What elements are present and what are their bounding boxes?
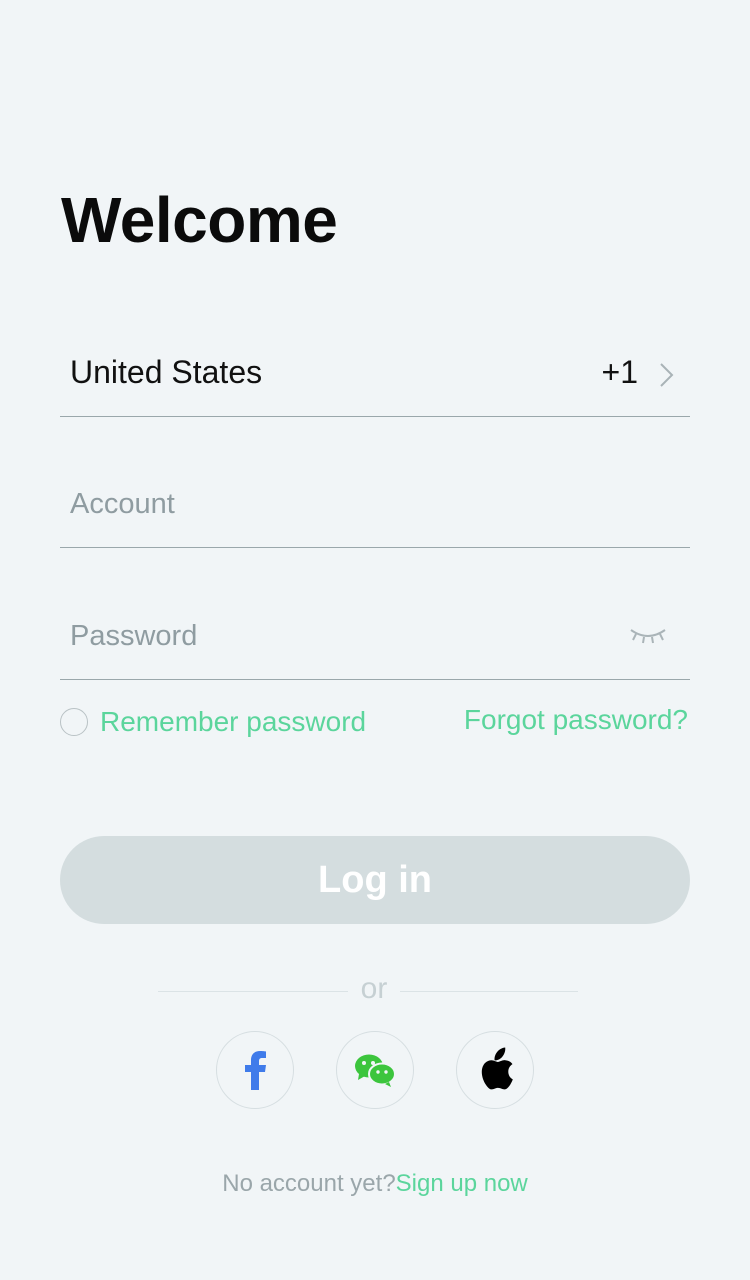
remember-password-checkbox[interactable]: Remember password xyxy=(60,704,366,740)
country-name: United States xyxy=(70,354,263,390)
chevron-right-icon xyxy=(660,363,674,387)
no-account-text: No account yet? xyxy=(222,1170,396,1197)
page-title: Welcome xyxy=(61,184,338,256)
login-button[interactable]: Log in xyxy=(60,836,690,924)
facebook-icon xyxy=(245,1051,266,1090)
country-code: +1 xyxy=(601,354,638,390)
remember-password-label: Remember password xyxy=(100,706,367,737)
divider-right xyxy=(400,991,578,992)
wechat-login-button[interactable] xyxy=(336,1031,414,1109)
wechat-icon xyxy=(355,1054,396,1087)
account-field[interactable]: Account xyxy=(60,468,690,548)
sign-up-link[interactable]: Sign up now xyxy=(396,1170,528,1197)
password-field[interactable]: Password xyxy=(60,600,690,680)
remember-radio[interactable] xyxy=(60,708,88,736)
divider-left xyxy=(158,991,348,992)
account-placeholder: Account xyxy=(70,488,175,520)
apple-icon xyxy=(481,1047,513,1090)
or-divider-text: or xyxy=(360,972,388,1005)
signup-prompt: No account yet?Sign up now xyxy=(0,1170,750,1198)
password-placeholder: Password xyxy=(70,620,198,652)
apple-login-button[interactable] xyxy=(456,1031,534,1109)
country-selector[interactable]: United States +1 xyxy=(60,336,690,417)
facebook-login-button[interactable] xyxy=(216,1031,294,1109)
forgot-password-link[interactable]: Forgot password? xyxy=(464,704,688,736)
eye-closed-icon[interactable] xyxy=(628,624,668,646)
